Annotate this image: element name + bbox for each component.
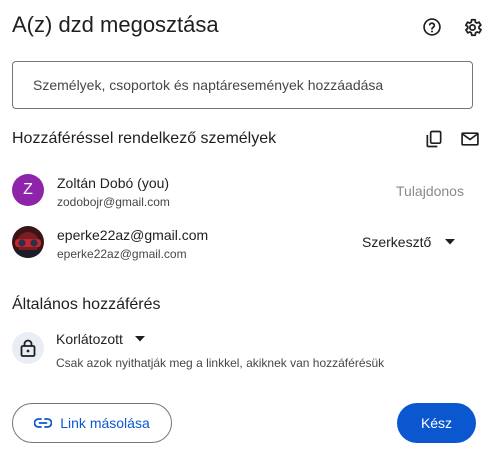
add-people-input[interactable]: [12, 61, 473, 109]
done-button[interactable]: Kész: [397, 403, 476, 443]
access-level-dropdown[interactable]: Korlátozott: [56, 331, 145, 347]
avatar: [12, 226, 44, 258]
avatar: Z: [12, 174, 44, 206]
copy-link-label: Link másolása: [60, 415, 150, 431]
role-label: Szerkesztő: [362, 234, 432, 250]
copy-icon[interactable]: [422, 127, 446, 151]
help-icon[interactable]: [420, 15, 444, 39]
person-name: eperke22az@gmail.com: [57, 227, 209, 243]
link-icon: [34, 418, 53, 428]
copy-link-button[interactable]: Link másolása: [12, 403, 172, 443]
lock-icon: [12, 332, 44, 364]
dialog-title: A(z) dzd megosztása: [12, 12, 219, 37]
access-level-label: Korlátozott: [56, 331, 123, 347]
chevron-down-icon: [445, 239, 456, 245]
person-name: Zoltán Dobó (you): [57, 175, 170, 191]
general-access-heading: Általános hozzáférés: [12, 296, 161, 313]
chevron-down-icon: [134, 336, 145, 342]
gear-icon[interactable]: [460, 15, 484, 39]
mail-icon[interactable]: [458, 127, 482, 151]
people-section-heading: Hozzáféréssel rendelkező személyek: [12, 130, 277, 147]
person-email: zodobojr@gmail.com: [57, 195, 170, 209]
access-description: Csak azok nyithatják meg a linkkel, akik…: [56, 356, 385, 370]
role-label: Tulajdonos: [396, 183, 464, 199]
role-dropdown[interactable]: Szerkesztő: [362, 234, 456, 250]
person-email: eperke22az@gmail.com: [57, 247, 187, 261]
